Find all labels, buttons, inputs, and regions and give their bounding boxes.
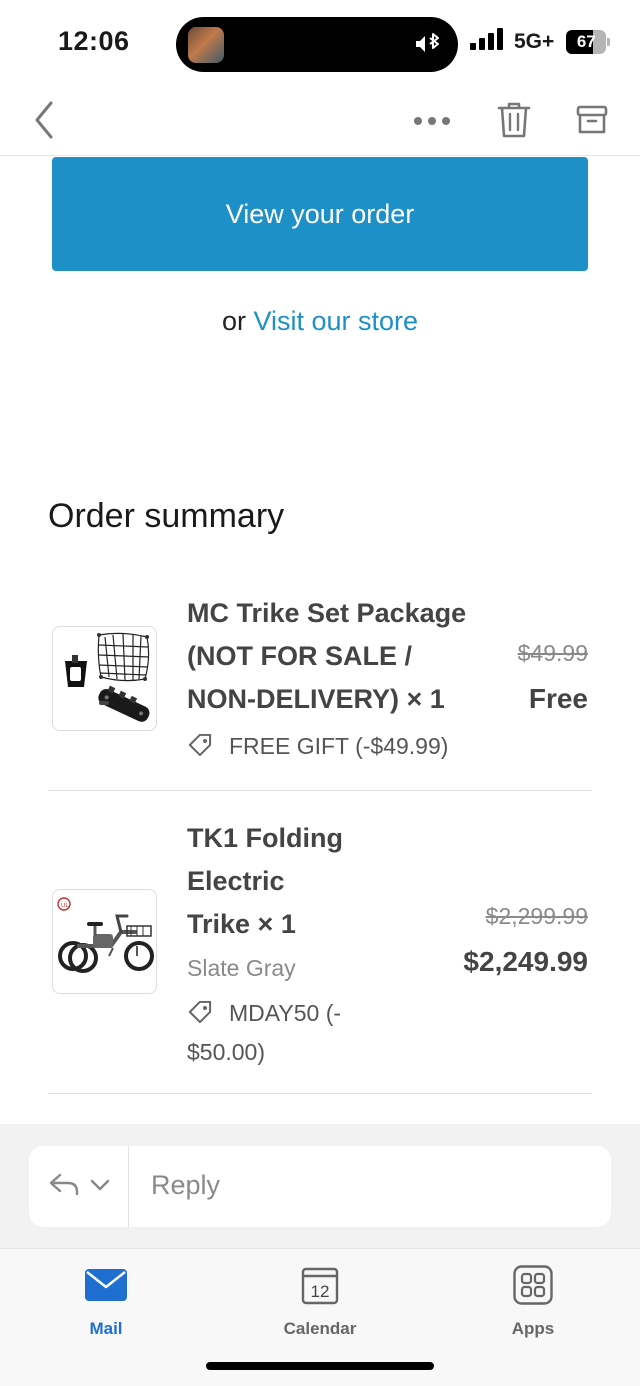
product-image-trike-set	[52, 626, 157, 731]
final-price: $2,249.99	[463, 946, 588, 977]
store-line: or Visit our store	[0, 306, 640, 337]
tag-icon	[187, 733, 215, 768]
tab-mail[interactable]: Mail	[26, 1263, 186, 1339]
tab-label: Calendar	[283, 1319, 357, 1338]
chevron-left-icon	[33, 101, 55, 144]
home-indicator[interactable]	[206, 1362, 434, 1370]
reply-label[interactable]: Reply	[151, 1170, 220, 1201]
reply-box[interactable]: Reply	[29, 1146, 611, 1227]
network-type: 5G+	[514, 29, 555, 53]
reply-area: Reply	[0, 1124, 640, 1248]
tab-label: Apps	[511, 1319, 555, 1338]
reply-options-button[interactable]	[29, 1146, 129, 1227]
item-discount: FREE GIFT (-$49.99)	[187, 729, 448, 768]
visit-store-link[interactable]: Visit our store	[253, 306, 418, 336]
calendar-day: 12	[311, 1282, 330, 1301]
now-playing-artwork	[188, 27, 224, 63]
product-image-tk1-trike: UL	[52, 889, 157, 994]
status-bar: 12:06 5G+ 67	[0, 0, 640, 88]
divider	[48, 1093, 592, 1094]
status-time: 12:06	[58, 26, 130, 56]
or-text: or	[221, 306, 246, 336]
reply-arrow-icon	[48, 1171, 80, 1202]
trash-icon	[497, 101, 531, 144]
chevron-down-icon	[90, 1178, 110, 1196]
calendar-icon: 12	[240, 1263, 400, 1307]
final-price: Free	[528, 683, 588, 714]
tab-label: Mail	[89, 1319, 123, 1338]
archive-icon	[576, 104, 608, 141]
archive-button[interactable]	[568, 94, 616, 150]
tab-apps[interactable]: Apps	[453, 1263, 613, 1339]
message-toolbar	[0, 88, 640, 156]
dynamic-island[interactable]	[176, 17, 458, 72]
signal-icon	[470, 28, 504, 55]
item-discount: MDAY50 (- $50.00)	[187, 1000, 342, 1065]
order-summary-title: Order summary	[48, 497, 285, 535]
tag-icon	[187, 1000, 215, 1035]
apps-icon	[453, 1263, 613, 1307]
item-variant: Slate Gray	[187, 955, 296, 981]
order-item: UL TK1 Folding Electric Trike × 1 Slate …	[48, 815, 592, 1075]
back-button[interactable]	[24, 96, 64, 148]
original-price: $49.99	[517, 640, 588, 666]
battery-level: 67	[576, 31, 596, 51]
view-order-button[interactable]: View your order	[52, 157, 588, 271]
bluetooth-icon	[414, 31, 444, 62]
original-price: $2,299.99	[485, 903, 588, 929]
status-indicators: 5G+ 67	[470, 28, 611, 55]
item-name: TK1 Folding Electric Trike × 1	[187, 823, 343, 939]
divider	[48, 790, 592, 791]
order-item: MC Trike Set Package (NOT FOR SALE / NON…	[48, 590, 592, 780]
svg-text:UL: UL	[61, 903, 69, 909]
delete-button[interactable]	[490, 94, 538, 150]
tab-calendar[interactable]: 12 Calendar	[240, 1263, 400, 1339]
item-name: MC Trike Set Package (NOT FOR SALE / NON…	[187, 598, 467, 714]
more-button[interactable]	[406, 98, 458, 146]
battery-icon: 67	[566, 29, 611, 54]
more-icon	[413, 113, 451, 131]
mail-icon	[26, 1263, 186, 1307]
